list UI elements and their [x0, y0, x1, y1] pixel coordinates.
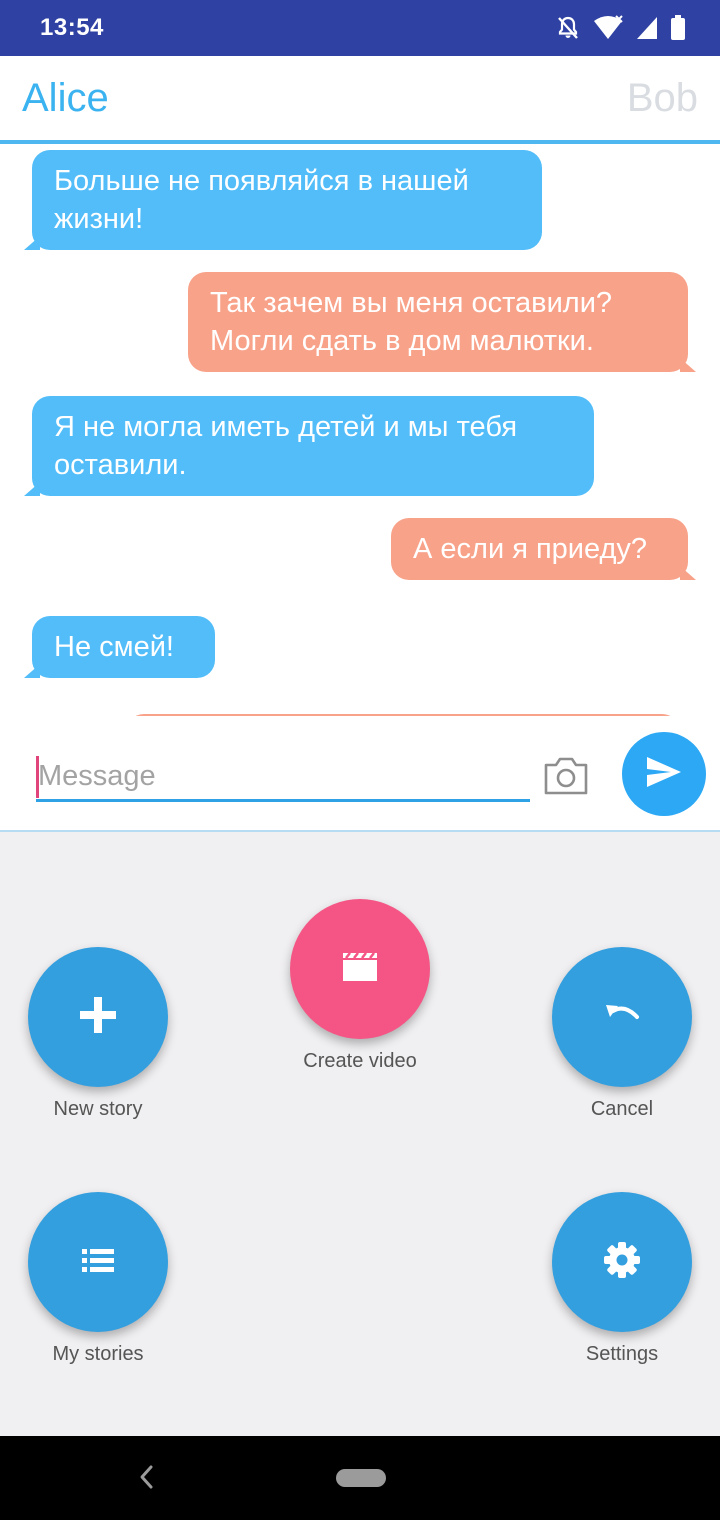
gear-icon — [603, 1241, 641, 1284]
system-nav-bar — [0, 1436, 720, 1520]
message-input[interactable]: Message — [36, 754, 530, 802]
message-placeholder: Message — [38, 760, 156, 792]
camera-button[interactable] — [542, 756, 590, 796]
notifications-off-icon — [556, 15, 580, 41]
camera-icon — [542, 757, 590, 800]
list-icon — [81, 1248, 115, 1277]
wifi-icon — [592, 15, 624, 41]
text-cursor — [36, 756, 39, 798]
status-time: 13:54 — [40, 14, 104, 41]
message-bubble-outgoing[interactable]: Так зачем вы меня оставили? Могли сдать … — [188, 272, 696, 372]
status-icons — [556, 14, 686, 42]
home-pill-icon[interactable] — [336, 1469, 386, 1487]
cell-signal-icon — [636, 15, 658, 41]
send-button[interactable] — [622, 732, 706, 816]
movie-clapper-icon — [342, 951, 378, 987]
settings-button[interactable] — [552, 1192, 692, 1332]
message-bubble-outgoing[interactable]: А если я приеду? — [391, 518, 696, 580]
undo-icon — [603, 1002, 641, 1033]
cancel-label: Cancel — [590, 1098, 654, 1120]
new-story-label: New story — [53, 1098, 143, 1120]
plus-icon — [78, 995, 118, 1040]
new-story-button[interactable] — [28, 947, 168, 1087]
message-bubble-incoming[interactable]: Больше не появляйся в нашей жизни! — [24, 150, 542, 250]
my-stories-label: My stories — [52, 1343, 144, 1365]
create-video-label: Create video — [303, 1050, 417, 1072]
contact-name-alice[interactable]: Alice — [22, 76, 109, 121]
cancel-button[interactable] — [552, 947, 692, 1087]
status-bar: 13:54 — [0, 0, 720, 56]
back-icon[interactable] — [136, 1462, 156, 1497]
message-bubble-incoming[interactable]: Не смей! — [24, 616, 215, 678]
contact-name-bob[interactable]: Bob — [627, 76, 698, 121]
settings-label: Settings — [585, 1343, 659, 1365]
composer-bar: Message — [0, 716, 720, 832]
create-video-button[interactable] — [290, 899, 430, 1039]
battery-icon — [670, 15, 686, 41]
chat-header: Alice Bob — [0, 56, 720, 144]
message-bubble-incoming[interactable]: Я не могла иметь детей и мы тебя оставил… — [24, 396, 594, 496]
send-icon — [644, 754, 684, 795]
message-list[interactable]: Больше не появляйся в нашей жизни! Так з… — [0, 144, 720, 716]
fab-menu-panel: Create video New story Cancel My stories — [0, 832, 720, 1436]
my-stories-button[interactable] — [28, 1192, 168, 1332]
